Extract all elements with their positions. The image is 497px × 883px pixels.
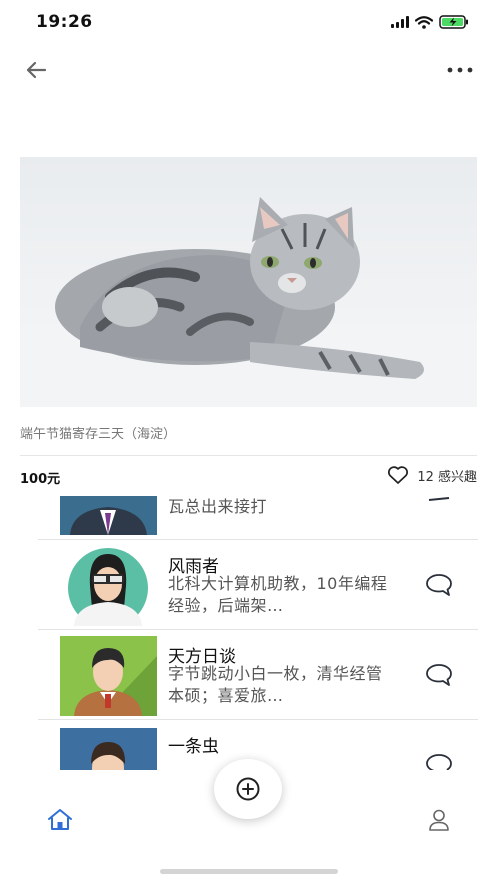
home-indicator [160,869,338,874]
listing-title: 端午节猫寄存三天（海淀） [20,427,177,442]
profile-icon[interactable] [426,808,452,832]
chat-icon[interactable] [424,496,454,520]
avatar [60,496,157,535]
list-item[interactable]: 天方日谈 字节跳动小白一枚，清华经管本硕；喜爱旅… [38,630,478,720]
plus-circle-icon[interactable] [235,776,261,802]
responder-description: 字节跳动小白一枚，清华经管本硕；喜爱旅… [168,664,383,705]
chat-icon[interactable] [424,572,454,598]
heart-icon[interactable] [387,465,409,485]
cellular-signal-icon [391,16,409,28]
status-time: 19:26 [36,12,93,32]
list-item[interactable]: 风雨者 北科大计算机助教，10年编程经验，后端架… [38,540,478,630]
responder-description: 瓦总出来接打 [168,497,268,516]
chat-icon[interactable] [424,662,454,688]
home-icon[interactable] [46,808,74,832]
listing-price: 100元 [20,472,61,487]
interest-count: 12 感兴趣 [417,469,477,485]
divider [20,455,477,456]
avatar [60,546,157,626]
cat-photo [20,157,477,407]
responder-description: 北科大计算机助教，10年编程经验，后端架… [168,574,388,615]
listing-photo [20,157,477,407]
more-options-icon[interactable] [445,60,475,80]
add-post-button[interactable] [214,759,282,819]
status-icons [391,15,469,29]
avatar [60,728,157,770]
chat-icon[interactable] [424,752,454,770]
back-arrow-icon[interactable] [22,56,50,84]
avatar [60,636,157,716]
wifi-icon [415,15,433,29]
responder-name: 一条虫 [168,737,219,757]
list-item[interactable]: 瓦总出来接打 [38,496,478,540]
battery-charging-icon [439,15,468,29]
interest-button[interactable]: 12 感兴趣 [387,465,477,485]
responder-list[interactable]: 瓦总出来接打 风雨者 北科大计算机助教，10年编程经验，后端架… 天方日谈 字节… [38,496,478,770]
